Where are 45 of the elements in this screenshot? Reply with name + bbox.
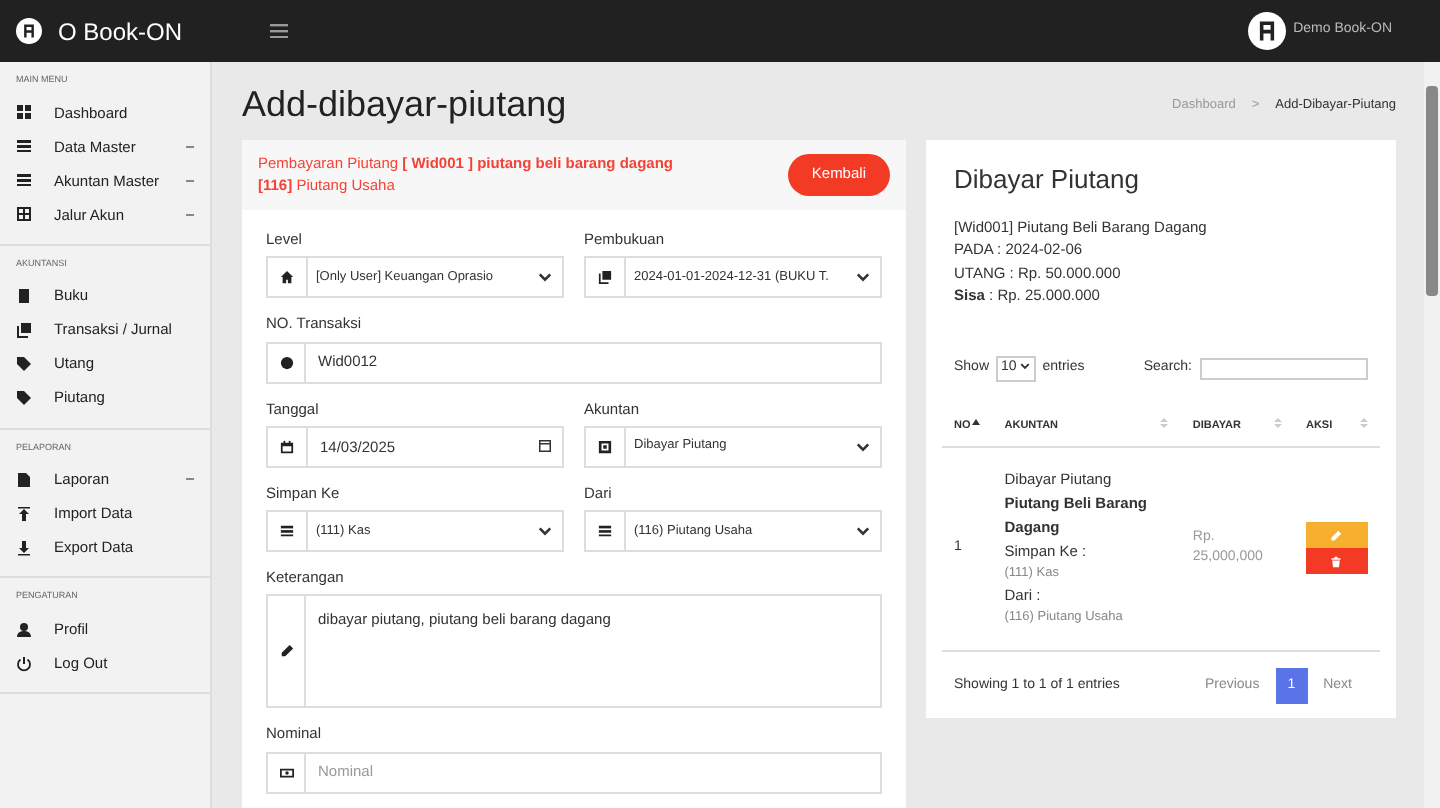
chevron-down-icon <box>538 272 552 283</box>
calendar-icon[interactable] <box>538 440 552 453</box>
list-icon <box>16 138 32 155</box>
books-icon <box>16 322 32 338</box>
user-avatar-icon[interactable] <box>1247 12 1286 50</box>
edit-button[interactable] <box>1305 522 1368 549</box>
calendar-icon <box>280 439 294 454</box>
tag-icon <box>16 390 32 406</box>
chevron-down-icon <box>856 272 870 283</box>
chevron-down-icon <box>856 526 870 536</box>
logo-icon <box>16 18 42 44</box>
sort-icon <box>1273 417 1282 428</box>
books-icon <box>598 270 612 285</box>
trash-icon <box>1330 555 1343 568</box>
scrollbar-thumb[interactable] <box>1426 86 1438 296</box>
file-icon <box>16 471 32 488</box>
sort-icon <box>1360 417 1368 428</box>
list-icon <box>280 524 294 538</box>
summary-title: Dibayar Piutang <box>954 164 1141 196</box>
menu-icon[interactable] <box>270 24 289 38</box>
list-icon <box>16 172 32 189</box>
money-icon <box>279 765 293 779</box>
upload-icon <box>16 505 32 522</box>
home-icon <box>280 270 294 285</box>
download-icon <box>16 539 32 556</box>
tag-icon <box>16 356 32 372</box>
delete-button[interactable] <box>1305 548 1368 575</box>
grid-icon <box>16 104 32 121</box>
user-icon <box>16 621 32 637</box>
pencil-icon <box>1330 529 1343 542</box>
sort-ascending-icon <box>972 417 981 428</box>
pencil-icon <box>279 644 293 659</box>
page-title: Add-dibayar-piutang <box>242 84 567 128</box>
list-icon <box>598 524 612 538</box>
search-field[interactable] <box>1200 357 1368 380</box>
sort-icon <box>1160 417 1169 428</box>
brand-name: O Book-ON <box>58 15 183 49</box>
dot-icon <box>279 355 293 369</box>
square-icon <box>598 439 612 454</box>
power-icon <box>16 655 32 671</box>
chevron-down-icon <box>856 441 870 452</box>
book-icon <box>16 288 32 304</box>
table-icon <box>16 206 32 223</box>
chevron-down-icon <box>538 526 552 536</box>
chevron-down-icon <box>1020 362 1031 371</box>
